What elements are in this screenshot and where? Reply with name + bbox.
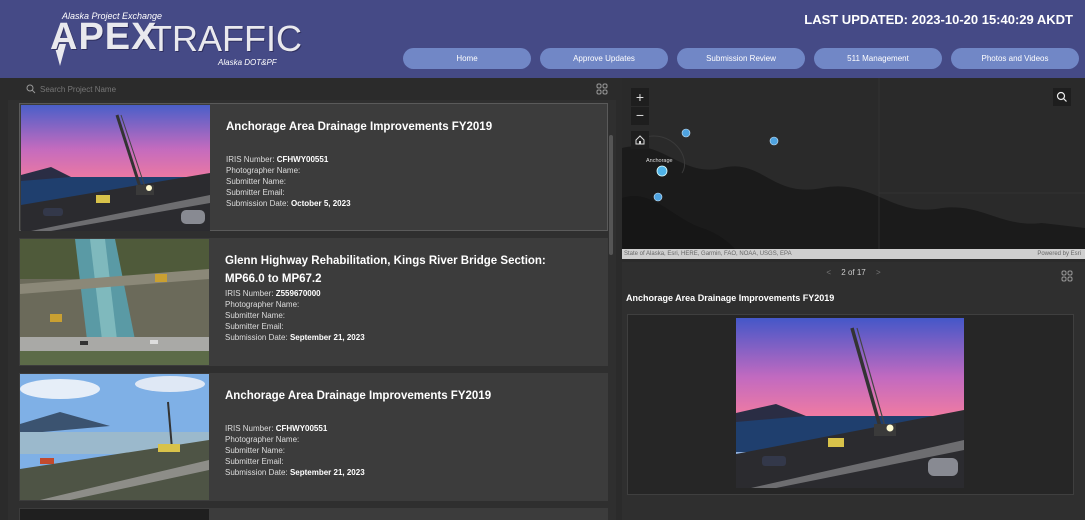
grid-view-icon[interactable] [596,83,608,95]
map-view[interactable]: Anchorage + − [622,78,1085,259]
submission-date-label: Submission Date: [226,199,289,208]
home-extent-button[interactable] [631,131,649,149]
project-photo-large[interactable] [736,318,964,488]
project-photo-thumbnail [20,374,209,500]
map-place-label: Anchorage [646,158,673,164]
zoom-out-button[interactable]: − [631,107,649,125]
map-marker [656,165,668,177]
map-attribution: State of Alaska, Esri, HERE, Garmin, FAO… [622,249,1085,259]
logo-apex: APEX [50,16,158,58]
photographer-label: Photographer Name: [225,435,300,444]
map-marker [769,136,779,146]
powered-by-text[interactable]: Powered by Esri [1037,249,1081,259]
app-header: Alaska Project Exchange APEX TRAFFIC Ala… [0,0,1085,78]
photographer-label: Photographer Name: [226,166,301,175]
iris-label: IRIS Number: [225,289,274,298]
grid-view-icon[interactable] [1061,270,1073,282]
submission-date: October 5, 2023 [290,199,351,208]
project-photo-thumbnail [20,239,209,365]
last-updated-text: LAST UPDATED: 2023-10-20 15:40:29 AKDT [804,12,1073,27]
detail-project-title: Anchorage Area Drainage Improvements FY2… [626,293,835,303]
project-meta: IRIS Number: CFHWY00551 Photographer Nam… [226,154,351,209]
nav-home-button[interactable]: Home [403,48,531,69]
page-indicator: 2 of 17 [841,268,866,277]
iris-label: IRIS Number: [225,424,274,433]
nav-submission-review-button[interactable]: Submission Review [677,48,805,69]
project-meta: IRIS Number: Z559670000 Photographer Nam… [225,288,365,343]
project-title: Anchorage Area Drainage Improvements FY2… [226,121,493,133]
home-icon [635,135,645,145]
iris-number: Z559670000 [275,289,321,298]
list-scrollbar[interactable] [609,135,613,255]
submission-date: September 21, 2023 [289,333,365,342]
project-meta: IRIS Number: CFHWY00551 Photographer Nam… [225,423,365,478]
project-title: Anchorage Area Drainage Improvements FY2… [225,390,492,402]
next-page-button[interactable]: > [876,268,881,277]
submitter-email-label: Submitter Email: [225,457,284,466]
project-photo-thumbnail [20,509,209,520]
submitter-name-label: Submitter Name: [225,446,286,455]
submitter-name-label: Submitter Name: [226,177,287,186]
prev-page-button[interactable]: < [826,268,831,277]
search-icon [26,84,36,94]
nav-511-management-button[interactable]: 511 Management [814,48,942,69]
submission-date-label: Submission Date: [225,333,288,342]
attribution-text: State of Alaska, Esri, HERE, Garmin, FAO… [624,251,792,257]
search-bar [8,78,616,100]
project-card[interactable] [19,508,608,520]
map-marker [681,128,691,138]
project-photo-thumbnail [21,105,210,231]
logo-subtitle: Alaska DOT&PF [218,58,277,67]
iris-label: IRIS Number: [226,155,275,164]
nav-photos-videos-button[interactable]: Photos and Videos [951,48,1079,69]
project-title: Glenn Highway Rehabilitation, Kings Rive… [225,255,546,285]
submitter-email-label: Submitter Email: [226,188,285,197]
submission-date: September 21, 2023 [289,468,365,477]
submission-date-label: Submission Date: [225,468,288,477]
nav-approve-updates-button[interactable]: Approve Updates [540,48,668,69]
submitter-email-label: Submitter Email: [225,322,284,331]
apex-traffic-logo[interactable]: Alaska Project Exchange APEX TRAFFIC Ala… [50,8,302,70]
main-nav: Home Approve Updates Submission Review 5… [403,48,1079,69]
project-card[interactable]: Anchorage Area Drainage Improvements FY2… [19,373,608,501]
logo-traffic: TRAFFIC [150,18,302,59]
zoom-in-button[interactable]: + [631,88,649,106]
map-search-button[interactable] [1053,88,1071,106]
photographer-label: Photographer Name: [225,300,300,309]
iris-number: CFHWY00551 [275,424,328,433]
iris-number: CFHWY00551 [276,155,329,164]
search-icon [1056,91,1067,102]
project-card[interactable]: Glenn Highway Rehabilitation, Kings Rive… [19,238,608,366]
submitter-name-label: Submitter Name: [225,311,286,320]
map-marker [653,192,663,202]
pager: < 2 of 17 > [622,268,1085,277]
search-input[interactable] [40,82,540,96]
project-card[interactable]: Anchorage Area Drainage Improvements FY2… [19,103,608,231]
map-canvas: Anchorage [622,78,1085,259]
